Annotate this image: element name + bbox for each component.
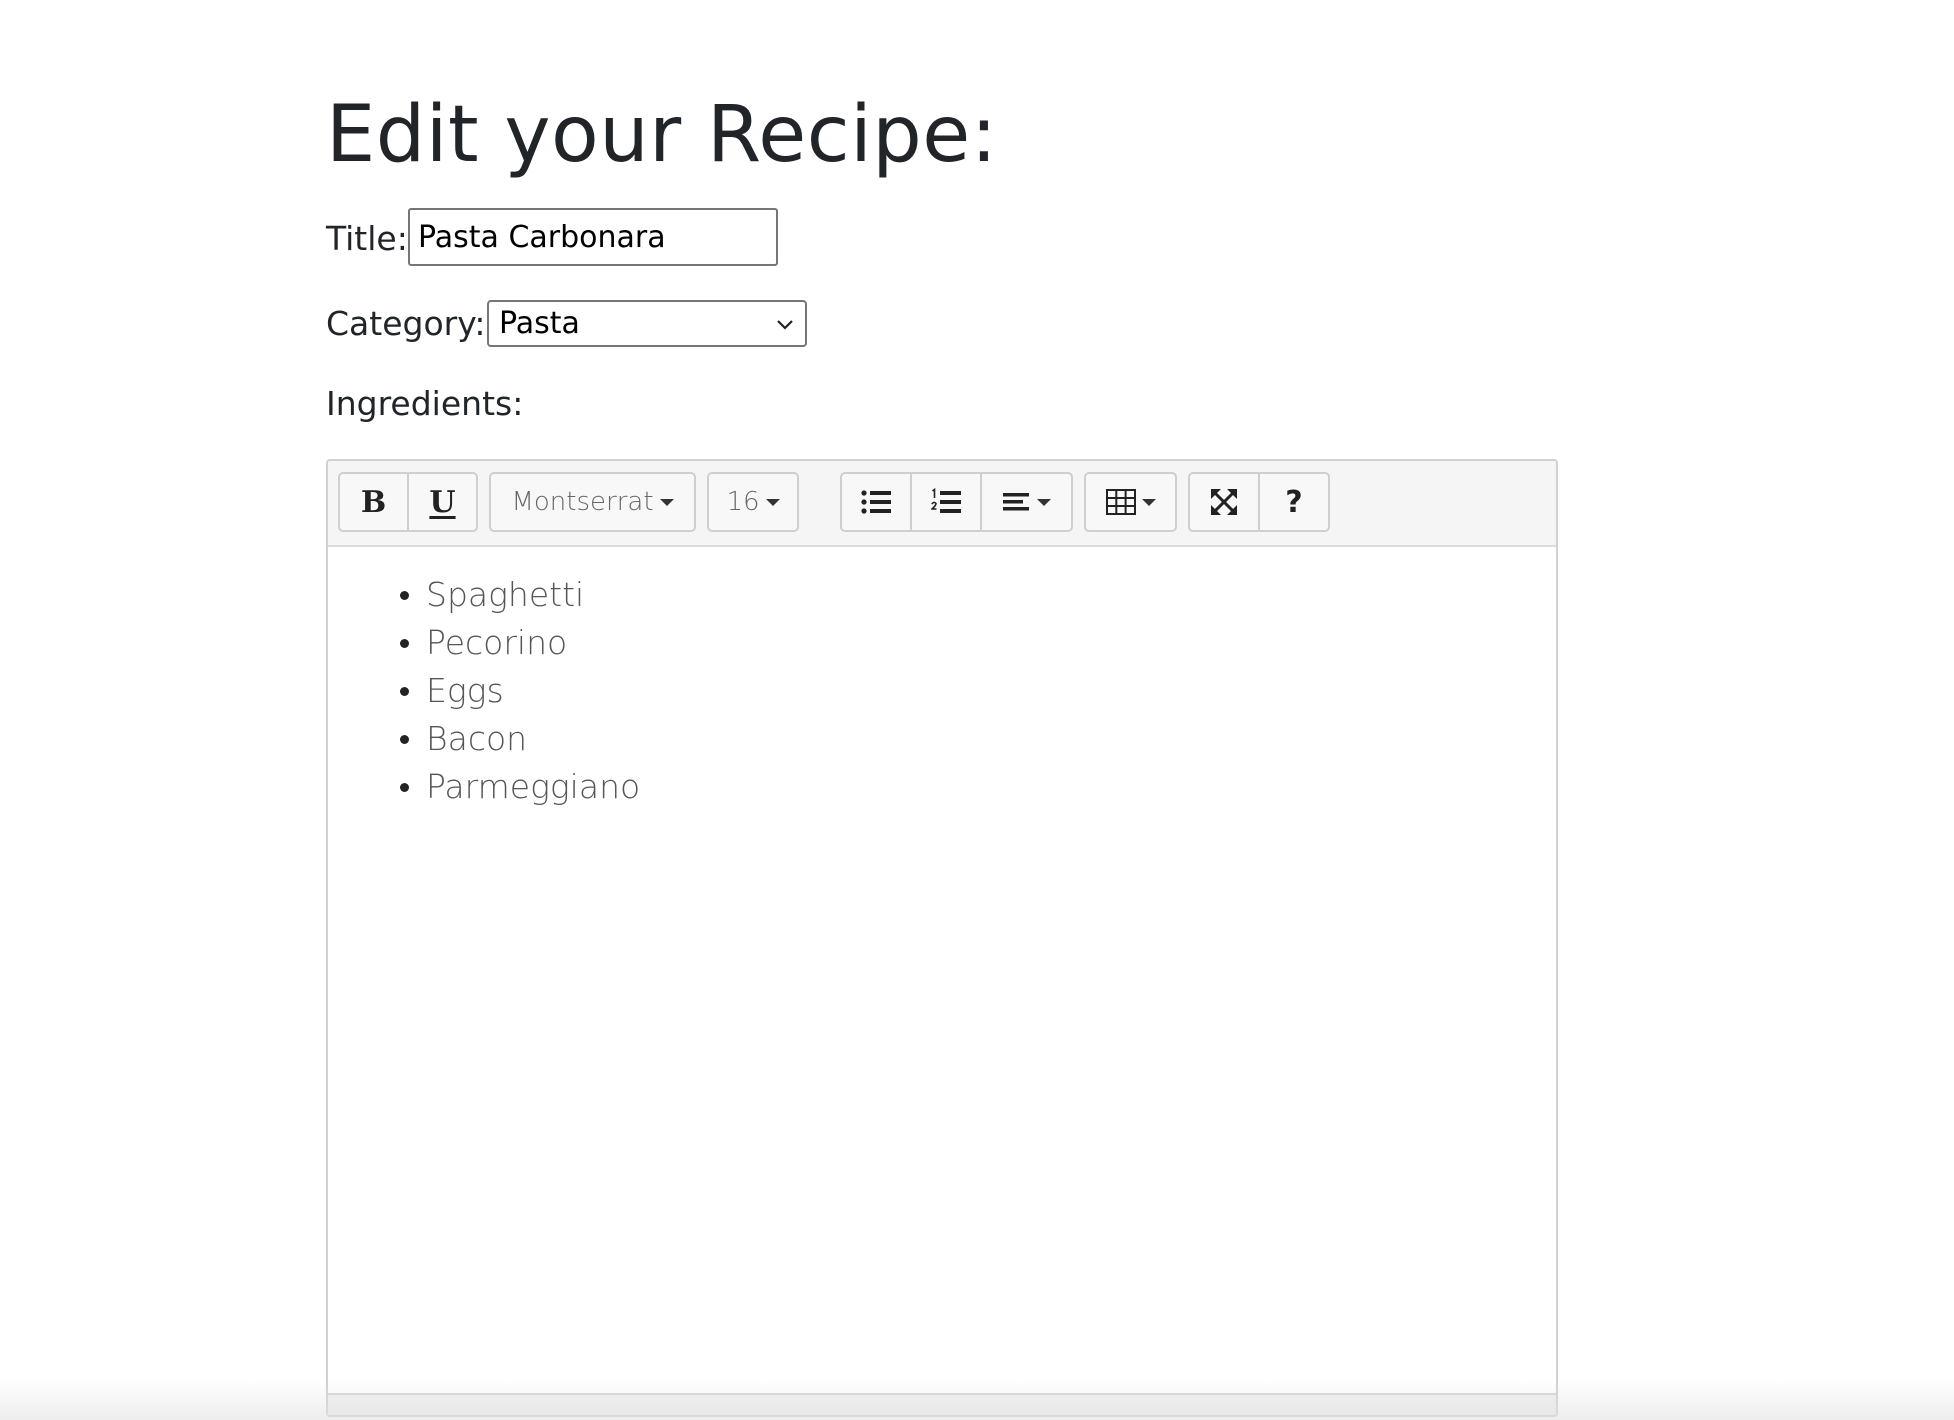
bullet-icon: [400, 687, 409, 696]
chevron-down-icon: [777, 319, 793, 330]
font-size-value: 16: [726, 487, 760, 517]
fullscreen-icon: [1211, 489, 1237, 515]
list-item: Bacon: [400, 715, 640, 763]
ingredient-text: Eggs: [426, 671, 504, 710]
font-family-dropdown[interactable]: Montserrat: [489, 472, 696, 532]
editor-content-area[interactable]: Spaghetti Pecorino Eggs Bacon Parmeggian…: [328, 547, 1556, 1395]
help-icon: ?: [1285, 484, 1303, 520]
caret-down-icon: [659, 498, 674, 506]
list-item: Spaghetti: [400, 571, 640, 619]
category-select[interactable]: Pasta: [487, 300, 807, 347]
caret-down-icon: [765, 498, 780, 506]
font-family-value: Montserrat: [511, 487, 654, 517]
ordered-list-button[interactable]: [910, 472, 982, 532]
unordered-list-icon: [861, 490, 891, 514]
category-label: Category:: [326, 304, 486, 343]
editor-resize-bar[interactable]: [328, 1393, 1556, 1415]
table-dropdown[interactable]: [1084, 472, 1177, 532]
page-title: Edit your Recipe:: [326, 90, 998, 180]
underline-icon: U: [429, 484, 456, 520]
title-input[interactable]: [408, 208, 778, 266]
editor-toolbar: B U Montserrat 16 ?: [328, 461, 1556, 547]
unordered-list-button[interactable]: [840, 472, 912, 532]
title-label: Title:: [326, 219, 408, 258]
caret-down-icon: [1036, 498, 1051, 506]
rich-text-editor: B U Montserrat 16 ? Spaghetti Pecorino E…: [326, 459, 1558, 1417]
list-item: Eggs: [400, 667, 640, 715]
list-item: Parmeggiano: [400, 763, 641, 811]
category-selected-value: Pasta: [499, 306, 580, 341]
ingredient-list: Spaghetti Pecorino Eggs Bacon Parmeggian…: [400, 571, 641, 811]
ingredient-text: Parmeggiano: [426, 767, 641, 806]
fullscreen-button[interactable]: [1188, 472, 1260, 532]
underline-button[interactable]: U: [407, 472, 478, 532]
paragraph-align-dropdown[interactable]: [980, 472, 1073, 532]
ingredients-label: Ingredients:: [326, 384, 524, 423]
align-icon: [1002, 493, 1029, 511]
bullet-icon: [400, 783, 409, 792]
bold-icon: B: [360, 484, 387, 520]
ordered-list-icon: [931, 488, 961, 513]
list-item: Pecorino: [400, 619, 640, 667]
ingredient-text: Spaghetti: [426, 575, 585, 614]
caret-down-icon: [1141, 498, 1156, 506]
bold-button[interactable]: B: [338, 472, 409, 532]
help-button[interactable]: ?: [1258, 472, 1330, 532]
bullet-icon: [400, 639, 409, 648]
ingredient-text: Bacon: [426, 719, 528, 758]
bullet-icon: [400, 591, 409, 600]
table-icon: [1105, 489, 1136, 515]
font-size-dropdown[interactable]: 16: [707, 472, 799, 532]
bullet-icon: [400, 735, 409, 744]
ingredient-text: Pecorino: [426, 623, 568, 662]
